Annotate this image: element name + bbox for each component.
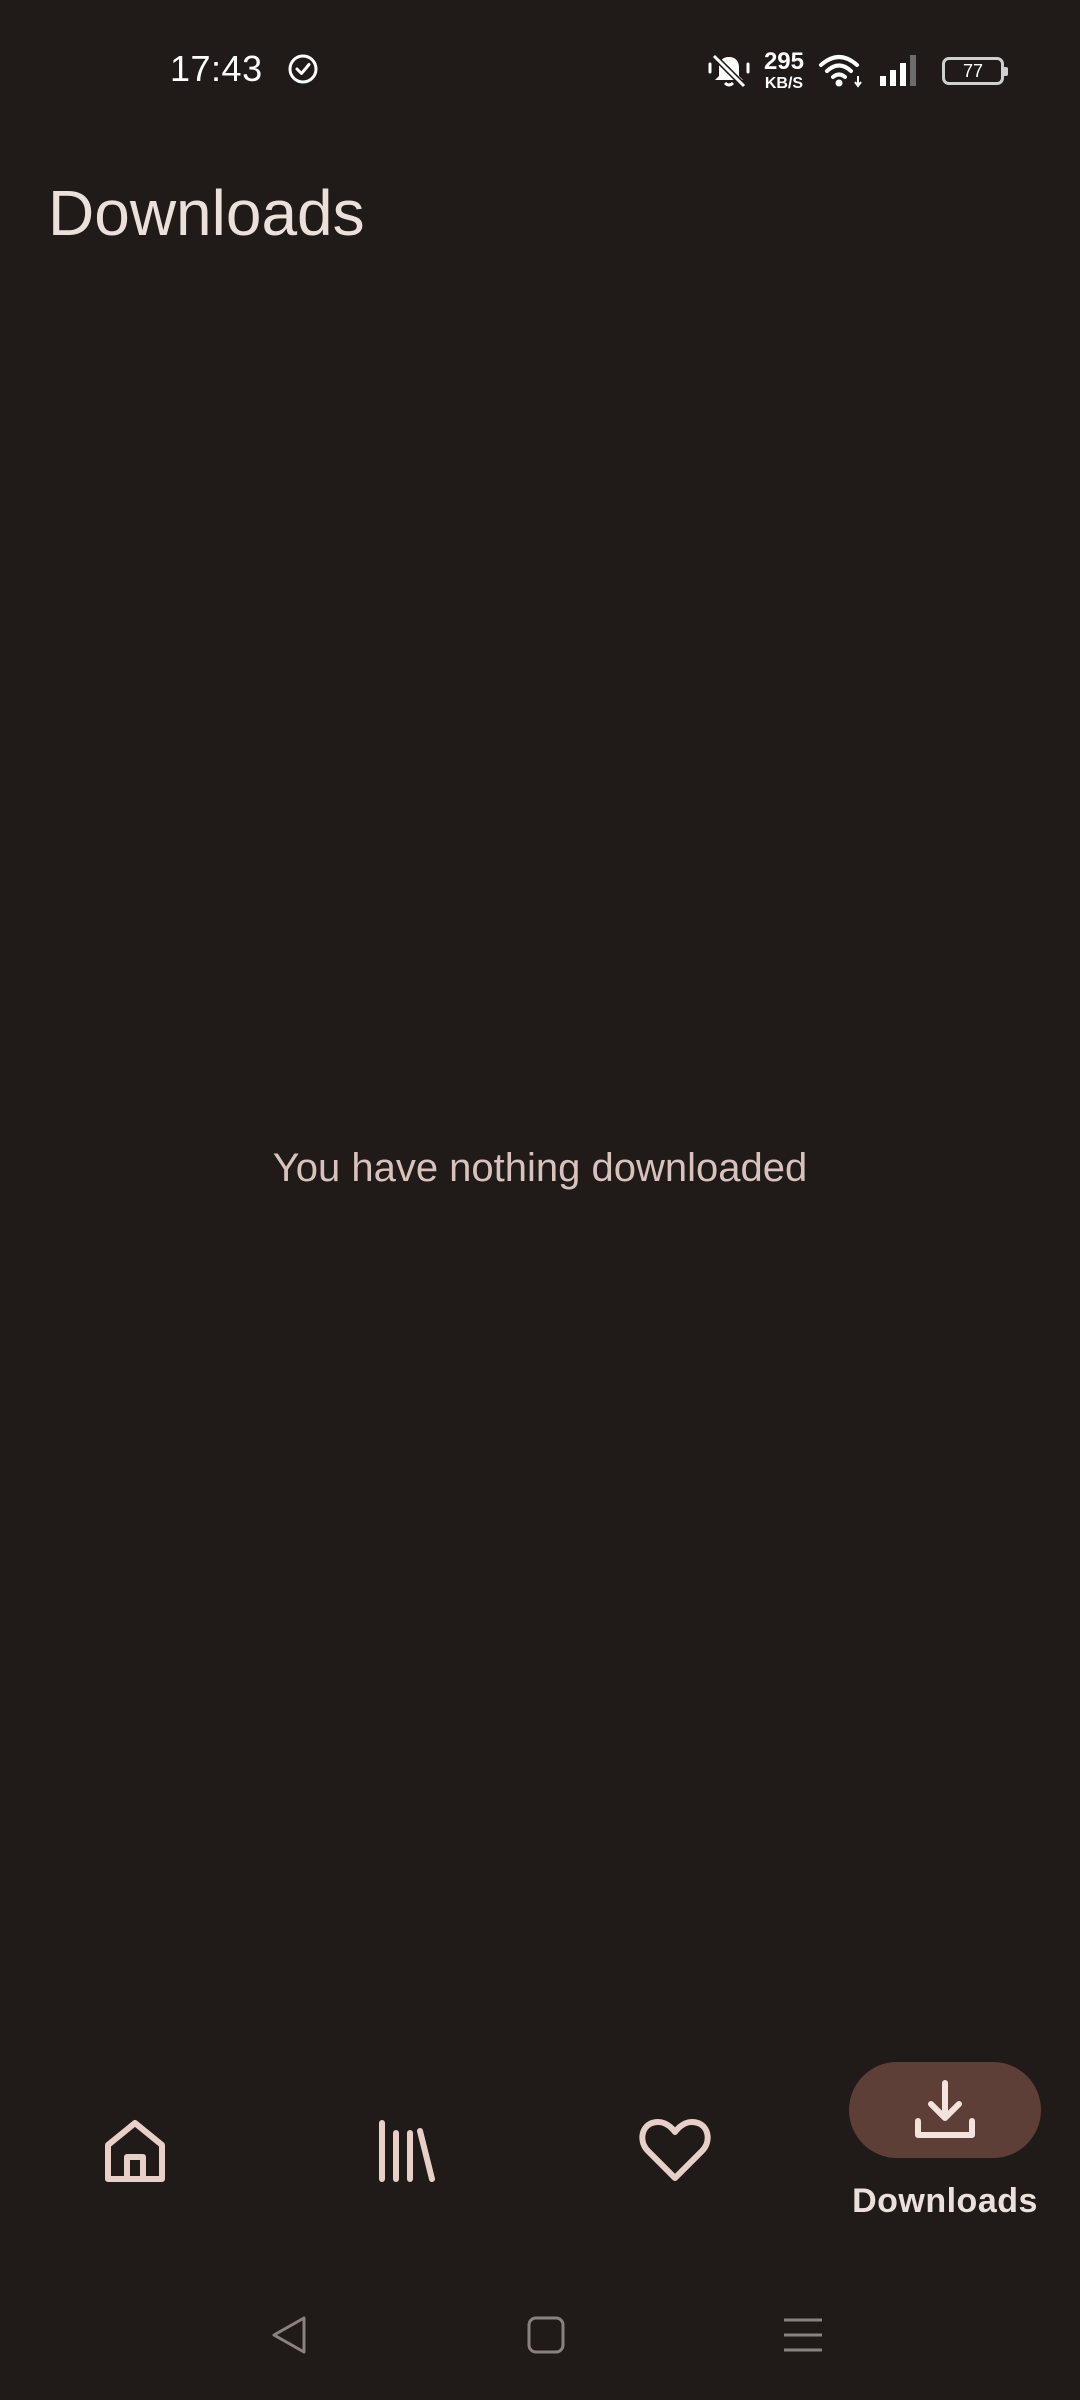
battery-level: 77 bbox=[962, 60, 984, 81]
network-speed-unit: KB/S bbox=[764, 75, 804, 92]
empty-state-message: You have nothing downloaded bbox=[272, 1146, 808, 1190]
network-speed: 295 KB/S bbox=[764, 50, 804, 92]
status-bar: 17:43 295 KB/S 77 bbox=[0, 0, 1080, 140]
network-speed-value: 295 bbox=[763, 48, 804, 75]
nav-indicator-downloads bbox=[849, 2062, 1041, 2158]
home-square-icon[interactable] bbox=[522, 2312, 568, 2358]
nav-indicator-library bbox=[309, 2102, 501, 2198]
page-title: Downloads bbox=[48, 177, 365, 249]
recents-menu-icon[interactable] bbox=[780, 2312, 826, 2358]
nav-label-downloads: Downloads bbox=[852, 2182, 1038, 2220]
back-icon[interactable] bbox=[266, 2312, 312, 2358]
home-icon bbox=[105, 2120, 165, 2182]
bottom-navigation: Downloads bbox=[0, 2040, 1080, 2260]
heart-icon bbox=[639, 2119, 711, 2181]
nav-item-home[interactable] bbox=[0, 2040, 270, 2260]
nav-item-downloads[interactable]: Downloads bbox=[810, 2040, 1080, 2260]
battery-icon: 77 bbox=[942, 57, 1008, 85]
library-icon bbox=[379, 2120, 435, 2182]
status-icons: 295 KB/S 77 bbox=[708, 46, 1008, 96]
download-icon bbox=[915, 2080, 975, 2138]
status-time: 17:43 bbox=[170, 48, 263, 89]
nav-item-library[interactable] bbox=[270, 2040, 540, 2260]
system-navigation-bar bbox=[0, 2300, 1080, 2370]
check-circle-icon bbox=[288, 54, 318, 84]
downloads-screen: 17:43 295 KB/S 77 Downloads You have not… bbox=[0, 0, 1080, 2400]
wifi-icon bbox=[819, 55, 862, 88]
nav-indicator-favorites bbox=[579, 2102, 771, 2198]
signal-icon bbox=[880, 55, 916, 86]
nav-item-favorites[interactable] bbox=[540, 2040, 810, 2260]
nav-indicator-home bbox=[39, 2102, 231, 2198]
bell-off-icon bbox=[708, 53, 750, 89]
